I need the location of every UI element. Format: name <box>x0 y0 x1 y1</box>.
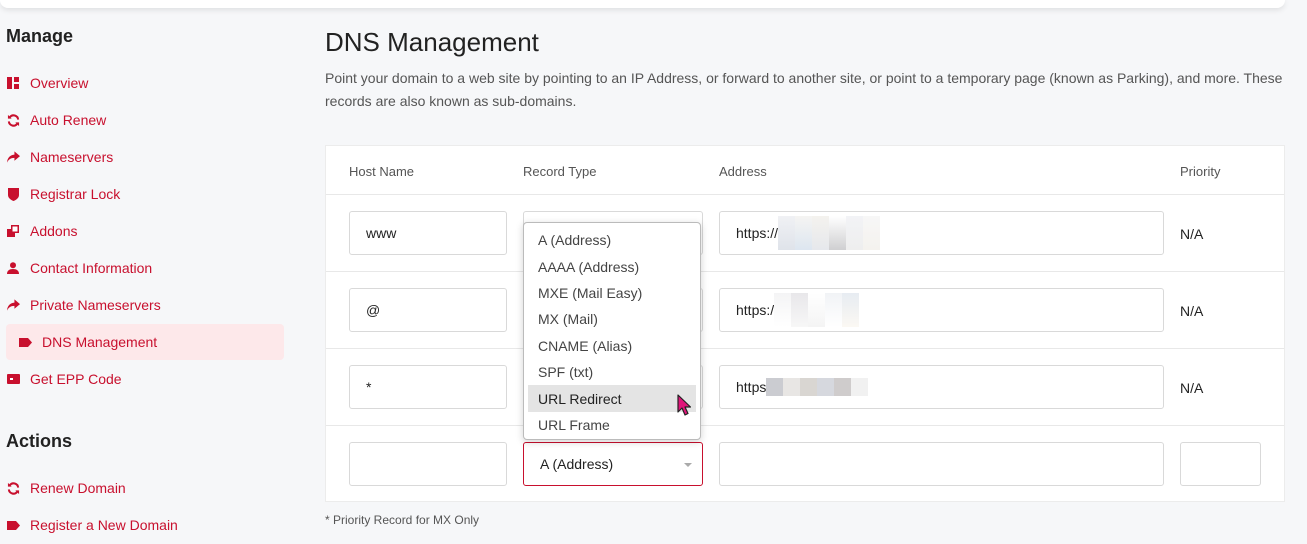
priority-value: N/A <box>1180 303 1204 319</box>
row-divider <box>326 271 1284 272</box>
shield-icon <box>6 187 20 201</box>
chevron-down-icon <box>684 463 692 467</box>
sidebar-item-label: Addons <box>30 223 78 239</box>
sidebar-item-label: Contact Information <box>30 260 153 276</box>
page-title: DNS Management <box>325 27 539 57</box>
page-description: Point your domain to a web site by point… <box>325 70 1283 109</box>
new-priority-input[interactable] <box>1180 442 1261 486</box>
sidebar-item-dns-management[interactable]: DNS Management <box>6 324 284 360</box>
option-url-frame[interactable]: URL Frame <box>528 412 696 438</box>
sidebar-item-get-epp-code[interactable]: Get EPP Code <box>4 362 284 396</box>
sidebar-item-label: Renew Domain <box>30 480 126 496</box>
sidebar-item-label: Get EPP Code <box>30 371 122 387</box>
option-spf[interactable]: SPF (txt) <box>528 359 696 385</box>
sidebar-item-contact-information[interactable]: Contact Information <box>4 251 284 285</box>
new-host-name-input[interactable] <box>349 442 507 486</box>
header-host-name: Host Name <box>349 164 415 179</box>
address-value: https:// <box>736 225 779 241</box>
code-card-icon <box>6 372 20 386</box>
option-aaaa[interactable]: AAAA (Address) <box>528 253 696 279</box>
redacted-address <box>778 216 881 250</box>
sync-icon <box>6 481 20 495</box>
manage-title: Manage <box>6 26 74 46</box>
forward-arrow-icon <box>6 298 20 312</box>
sidebar-item-label: DNS Management <box>42 334 158 350</box>
address-value: https:/ <box>736 302 775 318</box>
sidebar-item-register-new-domain[interactable]: Register a New Domain <box>4 508 284 542</box>
tag-icon <box>6 518 20 532</box>
option-a[interactable]: A (Address) <box>528 227 696 253</box>
sync-icon <box>6 113 20 127</box>
user-icon <box>6 261 20 275</box>
host-name-input[interactable]: @ <box>349 288 507 332</box>
sidebar-item-renew-domain[interactable]: Renew Domain <box>4 471 284 505</box>
address-value: https <box>736 379 767 395</box>
sidebar-item-label: Private Nameservers <box>30 297 161 313</box>
record-type-dropdown: A (Address) AAAA (Address) MXE (Mail Eas… <box>523 222 701 440</box>
option-mx[interactable]: MX (Mail) <box>528 306 696 332</box>
priority-value: N/A <box>1180 380 1204 396</box>
row-divider <box>326 425 1284 426</box>
new-record-type-select[interactable]: A (Address) <box>523 442 703 486</box>
sidebar-item-addons[interactable]: Addons <box>4 214 284 248</box>
option-mxe[interactable]: MXE (Mail Easy) <box>528 280 696 306</box>
host-name-input[interactable]: www <box>349 211 507 255</box>
header-record-type: Record Type <box>523 164 597 179</box>
sidebar-item-label: Nameservers <box>30 149 114 165</box>
header-address: Address <box>719 164 767 179</box>
sidebar-item-label: Auto Renew <box>30 112 107 128</box>
overview-icon <box>6 76 20 90</box>
sidebar-item-nameservers[interactable]: Nameservers <box>4 140 284 174</box>
address-input[interactable]: https:// <box>719 211 1164 255</box>
address-input[interactable]: https <box>719 365 1164 409</box>
redacted-address <box>766 378 869 396</box>
priority-footnote: * Priority Record for MX Only <box>325 513 480 527</box>
priority-value: N/A <box>1180 226 1204 242</box>
sidebar-item-label: Registrar Lock <box>30 186 121 202</box>
sidebar: Manage Overview Auto Renew Nameservers R… <box>0 0 290 544</box>
sidebar-item-private-nameservers[interactable]: Private Nameservers <box>4 288 284 322</box>
tag-icon <box>18 335 32 349</box>
selected-record-type: A (Address) <box>540 456 614 472</box>
forward-arrow-icon <box>6 150 20 164</box>
row-divider <box>326 348 1284 349</box>
addons-icon <box>6 224 20 238</box>
mouse-cursor-icon <box>677 394 692 421</box>
sidebar-item-label: Overview <box>30 75 89 91</box>
new-address-input[interactable] <box>719 442 1164 486</box>
option-cname[interactable]: CNAME (Alias) <box>528 333 696 359</box>
sidebar-item-registrar-lock[interactable]: Registrar Lock <box>4 177 284 211</box>
header-priority: Priority <box>1180 164 1221 179</box>
sidebar-item-overview[interactable]: Overview <box>4 66 284 100</box>
row-divider <box>326 194 1284 195</box>
sidebar-item-auto-renew[interactable]: Auto Renew <box>4 103 284 137</box>
address-input[interactable]: https:/ <box>719 288 1164 332</box>
host-name-input[interactable]: * <box>349 365 507 409</box>
actions-title: Actions <box>6 431 73 451</box>
redacted-address <box>774 293 860 327</box>
sidebar-item-label: Register a New Domain <box>30 517 178 533</box>
option-url-redirect[interactable]: URL Redirect <box>528 385 696 412</box>
